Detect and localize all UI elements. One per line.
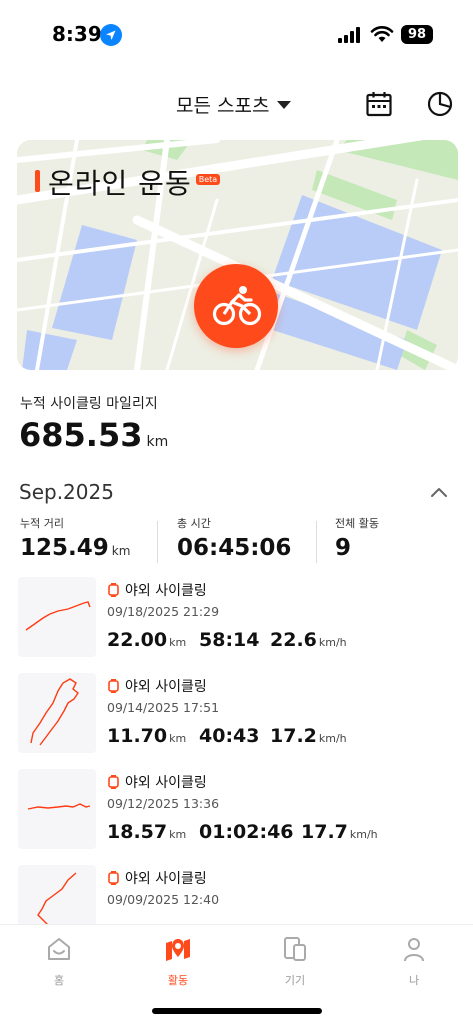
stat-label: 총 시간 — [177, 517, 211, 530]
stat-total-activities: 전체 활동 9 — [335, 515, 379, 561]
mileage-label: 누적 사이클링 마일리지 — [20, 396, 158, 412]
sport-filter-label: 모든 스포츠 — [176, 95, 270, 117]
calendar-icon[interactable] — [365, 90, 393, 118]
stat-label: 전체 활동 — [335, 517, 379, 530]
online-workout-label: 온라인 운동 — [48, 167, 192, 200]
activity-duration: 58:14 — [199, 629, 260, 651]
activity-speed: 17.2 — [270, 725, 317, 747]
activity-date: 09/18/2025 21:29 — [107, 604, 220, 619]
bicycle-icon — [212, 286, 262, 326]
sport-filter-dropdown[interactable]: 모든 스포츠 — [176, 91, 292, 118]
activity-type: 야외 사이클링 — [108, 772, 207, 792]
stat-value: 06:45:06 — [177, 535, 292, 561]
tab-label: 기기 — [284, 974, 306, 987]
status-bar: 8:39 98 — [0, 0, 473, 64]
status-time: 8:39 — [52, 22, 102, 46]
devices-icon — [284, 937, 306, 961]
mileage-total: 685.53 km — [19, 416, 168, 454]
tab-label: 나 — [408, 974, 420, 987]
activity-type-label: 야외 사이클링 — [125, 775, 207, 791]
stat-value: 125.49 — [20, 535, 109, 561]
activity-distance: 22.00 — [107, 629, 168, 651]
activity-map-icon — [166, 939, 190, 961]
divider — [316, 521, 317, 563]
wifi-icon — [370, 26, 394, 42]
location-arrow-icon — [100, 24, 122, 46]
watch-icon — [108, 679, 119, 693]
cellular-signal-icon — [338, 27, 360, 43]
mileage-value: 685.53 — [19, 416, 143, 454]
distance-unit: km — [169, 828, 187, 841]
home-icon — [48, 938, 70, 960]
month-stats: 누적 거리 125.49 km 총 시간 06:45:06 전체 활동 9 — [0, 515, 473, 570]
activity-type: 야외 사이클링 — [108, 580, 207, 600]
pie-chart-icon[interactable] — [426, 90, 454, 118]
chevron-up-icon[interactable] — [430, 486, 448, 498]
start-cycling-button[interactable] — [194, 264, 278, 348]
route-path — [27, 803, 91, 810]
tab-devices[interactable]: 기기 — [265, 935, 325, 988]
month-label: Sep.2025 — [19, 480, 114, 504]
speed-unit: km/h — [349, 828, 378, 841]
stat-total-time: 총 시간 06:45:06 — [177, 515, 291, 561]
stat-unit: km — [111, 544, 131, 558]
activity-stats: 18.57 km 01:02:46 17.7 km/h — [107, 821, 378, 843]
activity-item[interactable]: 야외 사이클링 09/18/2025 21:29 22.00 km 58:14 22.… — [0, 577, 473, 667]
activity-speed: 17.7 — [301, 821, 348, 843]
activity-stats: 11.70 km 40:43 17.2 km/h — [107, 725, 347, 747]
stat-value: 9 — [335, 535, 352, 561]
route-thumbnail — [18, 673, 96, 753]
header: 모든 스포츠 — [0, 86, 473, 126]
speed-unit: km/h — [318, 636, 347, 649]
activity-item[interactable]: 야외 사이클링 09/14/2025 17:51 11.70 km 40:43 17.… — [0, 673, 473, 763]
tab-label: 홈 — [53, 974, 65, 987]
watch-icon — [108, 583, 119, 597]
online-workout-card[interactable]: 온라인 운동 Beta — [17, 140, 458, 370]
activity-duration: 01:02:46 — [199, 821, 294, 843]
activity-distance: 18.57 — [107, 821, 168, 843]
activity-type-label: 야외 사이클링 — [125, 583, 207, 599]
caret-down-icon — [277, 100, 292, 109]
tab-home[interactable]: 홈 — [29, 935, 89, 988]
online-workout-title: 온라인 운동 Beta — [35, 162, 221, 202]
home-indicator[interactable] — [152, 1008, 322, 1014]
activity-duration: 40:43 — [199, 725, 260, 747]
activity-date: 09/12/2025 13:36 — [107, 796, 220, 811]
activity-item[interactable]: 야외 사이클링 09/12/2025 13:36 18.57 km 01:02:46… — [0, 769, 473, 859]
watch-icon — [108, 871, 119, 885]
route-path — [25, 601, 91, 631]
distance-unit: km — [169, 636, 187, 649]
tab-me[interactable]: 나 — [384, 935, 444, 988]
activity-type: 야외 사이클링 — [108, 868, 207, 888]
activity-type-label: 야외 사이클링 — [125, 679, 207, 695]
activity-speed: 22.6 — [270, 629, 317, 651]
tab-label: 활동 — [167, 974, 189, 987]
activity-stats: 22.00 km 58:14 22.6 km/h — [107, 629, 347, 651]
watch-icon — [108, 775, 119, 789]
activity-distance: 11.70 — [107, 725, 168, 747]
accent-bar — [35, 170, 40, 192]
activity-date: 09/14/2025 17:51 — [107, 700, 220, 715]
route-thumbnail — [18, 577, 96, 657]
person-icon — [404, 938, 424, 962]
stat-label: 누적 거리 — [20, 517, 64, 530]
activity-date: 09/09/2025 12:40 — [107, 892, 220, 907]
distance-unit: km — [169, 732, 187, 745]
speed-unit: km/h — [318, 732, 347, 745]
route-thumbnail — [18, 769, 96, 849]
stat-total-distance: 누적 거리 125.49 km — [20, 515, 130, 561]
activity-type-label: 야외 사이클링 — [125, 871, 207, 887]
tab-activity[interactable]: 활동 — [148, 935, 208, 988]
battery-icon: 98 — [401, 25, 433, 44]
beta-badge: Beta — [195, 174, 221, 185]
route-path — [30, 678, 79, 746]
divider — [157, 521, 158, 563]
mileage-unit: km — [146, 434, 169, 450]
activity-type: 야외 사이클링 — [108, 676, 207, 696]
